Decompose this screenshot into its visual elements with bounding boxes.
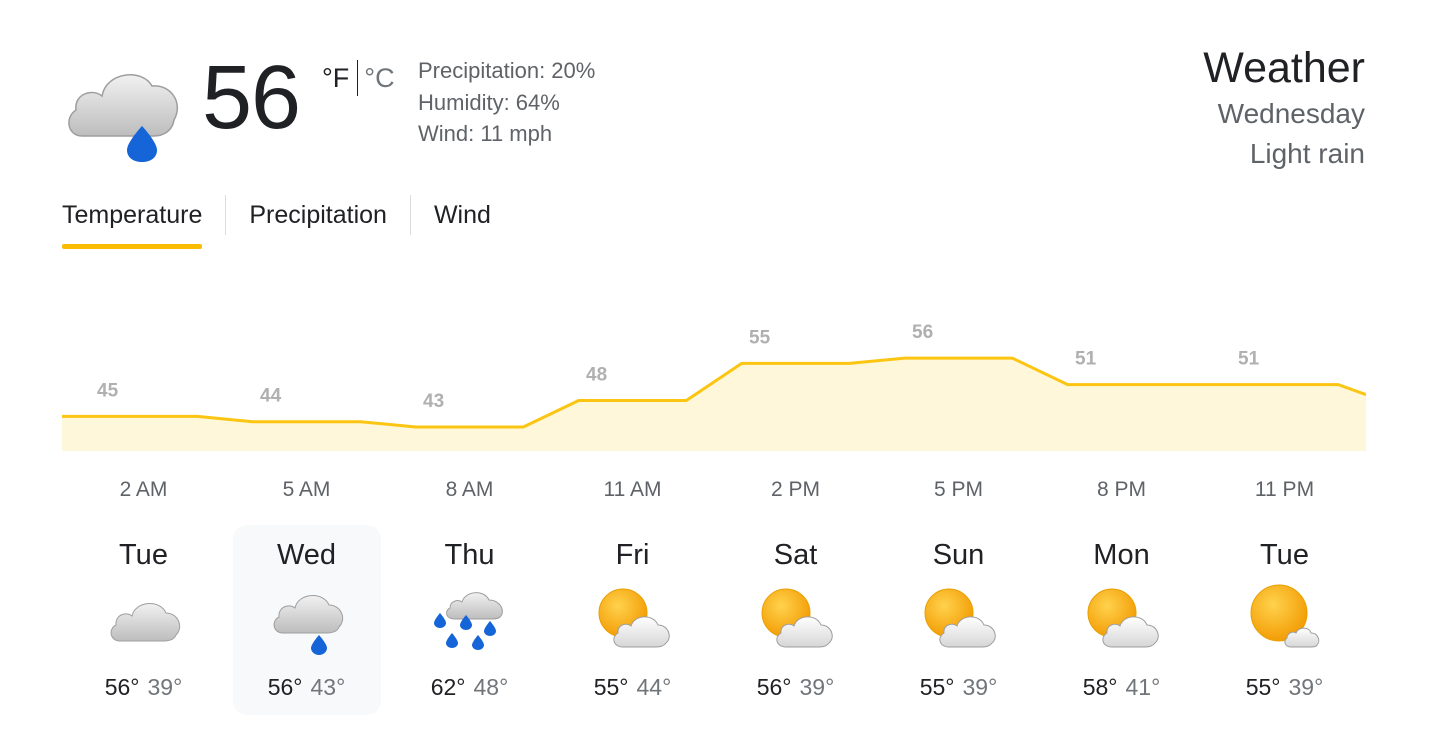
wind-text: Wind: 11 mph [418, 121, 553, 146]
unit-divider [357, 60, 359, 96]
day-name: Sun [932, 539, 985, 571]
hour-label: 5 AM [282, 478, 331, 501]
chart-value-label: 51 [1075, 349, 1097, 370]
humidity-text: Humidity: 64% [418, 89, 560, 115]
cloud-rain-icon [62, 42, 182, 162]
cloudy-icon [104, 583, 184, 655]
forecast-day-sun[interactable]: Sun 55° 39° [885, 525, 1033, 715]
day-name: Sat [773, 539, 818, 571]
hour-label: 2 AM [119, 478, 168, 501]
hour-label: 11 AM [603, 478, 662, 501]
forecast-day-wed[interactable]: Wed 56° 43° [232, 525, 381, 715]
chart-value-label: 51 [1238, 349, 1260, 370]
partly-cloudy-icon [919, 583, 999, 655]
high-temperature: 62° [430, 674, 466, 700]
chart-area-fill [62, 358, 1366, 451]
celsius-toggle[interactable]: °C [364, 60, 394, 96]
low-temperature: 39° [1288, 674, 1324, 700]
tab-wind[interactable]: Wind [434, 193, 491, 237]
high-temperature: 56° [104, 674, 140, 700]
temperature-chart-svg: 45 44 43 48 55 56 51 51 [62, 322, 1366, 451]
high-temperature: 55° [593, 674, 629, 700]
partly-cloudy-icon [593, 583, 673, 655]
forecast-day-thu[interactable]: Thu 62° 48° [396, 525, 544, 715]
unit-switch: °F °C [322, 60, 395, 96]
day-temperatures: 55° 44° [559, 671, 707, 703]
high-temperature: 58° [1082, 674, 1118, 700]
day-temperatures: 55° 39° [885, 671, 1033, 703]
low-temperature: 39° [799, 674, 835, 700]
day-temperatures: 55° 39° [1211, 671, 1359, 703]
daily-forecast: Tue 56° 39° Wed 56° 43° Thu 62° 48° Fri 55° 44° Sat 5… [62, 525, 1366, 717]
tab-divider [409, 195, 411, 235]
weather-title: Weather [1203, 44, 1365, 92]
day-temperatures: 56° 39° [70, 671, 218, 703]
chart-value-label: 55 [749, 327, 771, 348]
hour-label: 8 AM [445, 478, 494, 501]
low-temperature: 39° [147, 674, 183, 700]
current-temperature: 56 [202, 48, 301, 148]
partly-cloudy-icon [1082, 583, 1162, 655]
rain-icon [430, 583, 510, 655]
chart-value-label: 43 [423, 391, 444, 412]
low-temperature: 48° [473, 674, 509, 700]
high-temperature: 56° [756, 674, 792, 700]
current-details: Precipitation: 20% Humidity: 64% Wind: 1… [418, 55, 595, 150]
chart-value-label: 56 [912, 322, 933, 343]
forecast-day-tue[interactable]: Tue 55° 39° [1211, 525, 1359, 715]
day-temperatures: 56° 39° [722, 671, 870, 703]
day-name: Wed [276, 539, 337, 571]
selected-day: Wednesday [1217, 98, 1365, 129]
low-temperature: 41° [1125, 674, 1161, 700]
day-name: Fri [615, 539, 650, 571]
hour-label: 8 PM [1096, 478, 1146, 501]
high-temperature: 55° [919, 674, 955, 700]
tab-divider [225, 195, 227, 235]
high-temperature: 55° [1245, 674, 1281, 700]
low-temperature: 44° [636, 674, 672, 700]
day-name: Thu [444, 539, 495, 571]
chart-value-label: 45 [97, 380, 119, 401]
day-temperatures: 58° 41° [1048, 671, 1196, 703]
chart-value-label: 44 [260, 386, 282, 407]
hour-axis: 2 AM 5 AM 8 AM 11 AM 2 PM 5 PM 8 PM 11 PM [62, 475, 1366, 507]
day-name: Tue [1260, 539, 1309, 571]
partly-cloudy-icon [756, 583, 836, 655]
fahrenheit-toggle[interactable]: °F [322, 60, 349, 96]
day-temperatures: 62° 48° [396, 671, 544, 703]
forecast-day-sat[interactable]: Sat 56° 39° [722, 525, 870, 715]
tab-precipitation[interactable]: Precipitation [249, 193, 387, 237]
precipitation-text: Precipitation: 20% [418, 58, 596, 83]
tab-temperature[interactable]: Temperature [62, 193, 203, 249]
condition-text: Light rain [1249, 138, 1365, 169]
low-temperature: 43° [310, 674, 346, 700]
temperature-chart: 45 44 43 48 55 56 51 51 [62, 300, 1366, 455]
mostly-sunny-icon [1245, 583, 1325, 655]
forecast-day-mon[interactable]: Mon 58° 41° [1048, 525, 1196, 715]
day-temperatures: 56° 43° [233, 671, 381, 703]
chart-value-label: 48 [586, 365, 607, 386]
hour-label: 2 PM [770, 478, 820, 501]
hour-label: 11 PM [1254, 478, 1315, 501]
low-temperature: 39° [962, 674, 998, 700]
high-temperature: 56° [267, 674, 303, 700]
forecast-day-tue[interactable]: Tue 56° 39° [70, 525, 218, 715]
day-name: Tue [119, 539, 168, 571]
day-name: Mon [1093, 539, 1150, 571]
hour-label: 5 PM [933, 478, 983, 501]
weather-header: Weather Wednesday Light rain [1203, 42, 1365, 174]
forecast-day-fri[interactable]: Fri 55° 44° [559, 525, 707, 715]
chart-tabs: Temperature Precipitation Wind [62, 193, 491, 249]
light-rain-icon [267, 583, 347, 655]
